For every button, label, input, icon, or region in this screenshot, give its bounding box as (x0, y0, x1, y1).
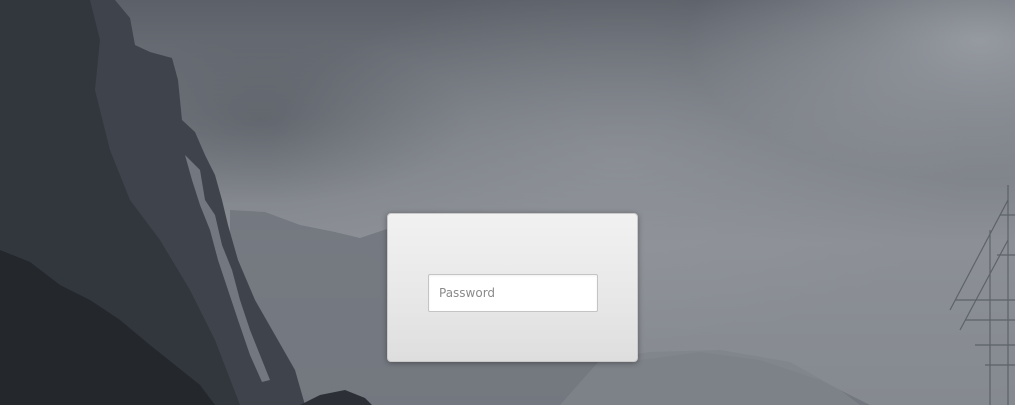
password-input[interactable] (428, 274, 598, 312)
login-panel (387, 213, 638, 362)
sailing-ship-icon (949, 185, 1015, 405)
login-screen (0, 0, 1015, 405)
